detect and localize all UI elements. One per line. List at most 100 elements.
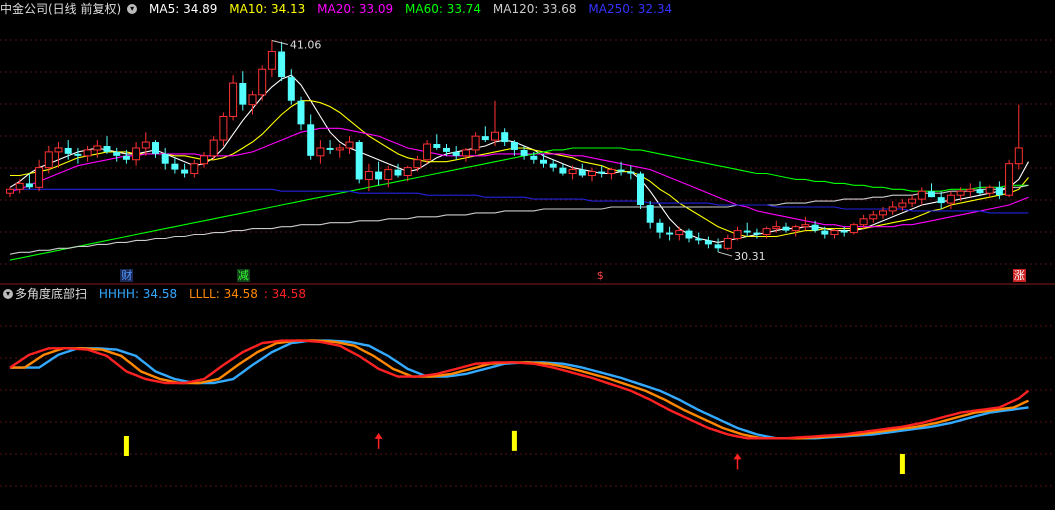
candle[interactable] — [258, 65, 267, 101]
candle-body — [364, 171, 373, 180]
candle[interactable] — [559, 163, 567, 176]
candle[interactable] — [908, 195, 917, 207]
candle[interactable] — [578, 163, 586, 178]
candle[interactable] — [791, 224, 800, 237]
candle[interactable] — [675, 226, 684, 241]
candle[interactable] — [335, 144, 344, 158]
ma5-value: MA5: 34.89 — [149, 2, 218, 16]
ma60-value: MA60: 33.74 — [405, 2, 482, 16]
candle[interactable] — [1005, 159, 1014, 198]
candle[interactable] — [103, 136, 111, 154]
candle-body — [714, 244, 722, 249]
candle[interactable] — [888, 201, 897, 215]
candle[interactable] — [666, 226, 674, 241]
kline-chart-canvas[interactable]: 41.06 30.31 — [0, 0, 1055, 510]
event-marker-dividend[interactable]: $ — [595, 269, 605, 282]
candle[interactable] — [307, 114, 315, 160]
candle[interactable] — [375, 161, 383, 186]
candle[interactable] — [316, 140, 325, 164]
candle[interactable] — [743, 222, 751, 237]
indicator-menu-icon[interactable]: ▾ — [127, 3, 138, 14]
candle[interactable] — [461, 147, 470, 162]
candle[interactable] — [1014, 104, 1023, 170]
candle[interactable] — [355, 140, 363, 184]
candle[interactable] — [113, 147, 121, 162]
candle[interactable] — [209, 136, 218, 160]
candle[interactable] — [83, 145, 92, 162]
candle[interactable] — [501, 128, 509, 146]
candle[interactable] — [966, 183, 975, 198]
candle[interactable] — [44, 145, 53, 174]
candle[interactable] — [801, 216, 810, 231]
candle[interactable] — [239, 71, 247, 111]
candle[interactable] — [540, 153, 547, 168]
candle[interactable] — [928, 183, 935, 198]
candle[interactable] — [491, 100, 499, 146]
candle[interactable] — [656, 218, 664, 239]
candle-body — [403, 167, 412, 177]
event-marker-reduce[interactable]: 减 — [236, 269, 250, 282]
event-marker-finance[interactable]: 财 — [120, 269, 134, 282]
candle[interactable] — [723, 234, 732, 251]
llll-value: LLLL: 34.58 — [188, 287, 258, 301]
candle[interactable] — [588, 167, 596, 182]
candle[interactable] — [35, 159, 44, 192]
candle[interactable] — [219, 112, 228, 146]
indicator-menu-icon[interactable]: ▾ — [3, 288, 13, 299]
candle-body — [171, 163, 179, 170]
candle-body — [956, 190, 965, 196]
candle[interactable] — [443, 144, 450, 156]
candle[interactable] — [598, 165, 606, 178]
candle[interactable] — [267, 40, 276, 78]
candle[interactable] — [917, 187, 926, 206]
candle[interactable] — [161, 147, 169, 170]
candle[interactable] — [423, 140, 432, 164]
candle[interactable] — [54, 142, 63, 168]
candle[interactable] — [646, 201, 654, 229]
candle[interactable] — [733, 226, 742, 241]
candle-body — [627, 171, 635, 174]
candle-body — [762, 228, 771, 236]
candle[interactable] — [869, 210, 878, 223]
candle[interactable] — [132, 142, 141, 166]
candle[interactable] — [171, 157, 179, 174]
candle[interactable] — [200, 151, 208, 168]
candle[interactable] — [345, 136, 354, 154]
event-marker-rise[interactable]: 涨 — [1012, 269, 1026, 282]
candle[interactable] — [627, 165, 635, 180]
candle[interactable] — [607, 167, 616, 180]
candle[interactable] — [549, 159, 557, 172]
candle[interactable] — [471, 132, 480, 154]
candle[interactable] — [637, 171, 644, 209]
candle[interactable] — [287, 69, 295, 105]
candle[interactable] — [74, 147, 82, 164]
candle[interactable] — [830, 228, 839, 239]
candle[interactable] — [326, 140, 334, 154]
candle[interactable] — [849, 222, 858, 235]
candle[interactable] — [937, 191, 945, 209]
candle[interactable] — [278, 41, 286, 82]
candle[interactable] — [93, 140, 102, 158]
candle[interactable] — [394, 163, 402, 178]
candle[interactable] — [685, 228, 693, 243]
candle[interactable] — [714, 238, 722, 253]
candle[interactable] — [433, 134, 441, 150]
candle[interactable] — [413, 155, 422, 172]
candle[interactable] — [15, 179, 24, 194]
candle[interactable] — [190, 159, 199, 178]
stock-title: 中金公司(日线 前复权) — [0, 2, 122, 16]
candle[interactable] — [6, 187, 14, 198]
candle[interactable] — [695, 232, 703, 245]
candle[interactable] — [152, 140, 159, 158]
candle-body — [879, 210, 887, 216]
candlesticks[interactable] — [6, 40, 1023, 253]
candle[interactable] — [481, 126, 489, 143]
candle[interactable] — [297, 96, 305, 131]
candle[interactable] — [985, 185, 994, 198]
candle[interactable] — [704, 236, 712, 249]
candle[interactable] — [782, 222, 790, 233]
candle[interactable] — [181, 163, 189, 178]
candle[interactable] — [995, 181, 1003, 200]
candle[interactable] — [452, 145, 460, 160]
candle[interactable] — [229, 75, 238, 121]
